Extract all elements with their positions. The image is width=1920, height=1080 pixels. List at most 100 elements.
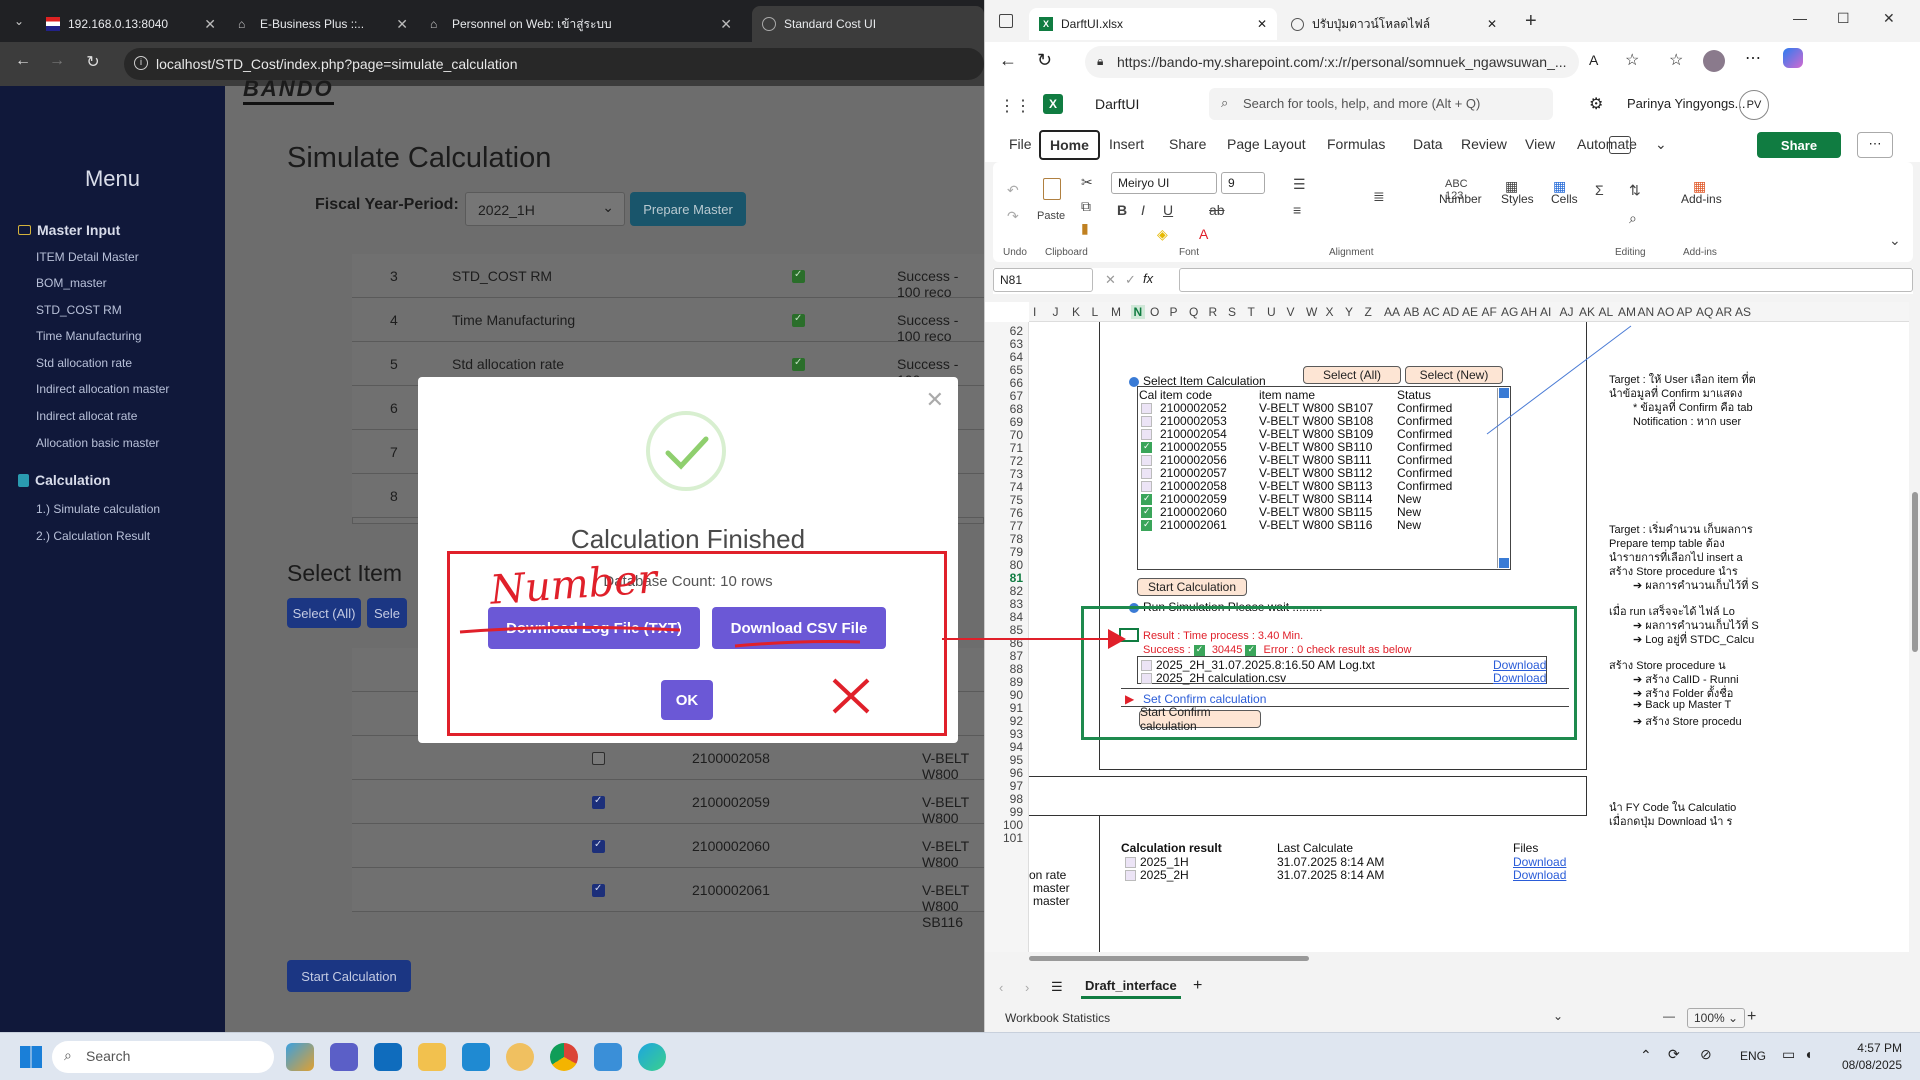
- reload-icon[interactable]: ↻: [1037, 50, 1052, 71]
- column-header[interactable]: P: [1170, 305, 1178, 319]
- group-styles[interactable]: Styles: [1501, 192, 1534, 206]
- browser-tab-active[interactable]: Standard Cost UI: [752, 6, 984, 42]
- display-icon[interactable]: ⊘: [1700, 1046, 1712, 1063]
- cancel-icon[interactable]: ✕: [1105, 272, 1116, 288]
- comments-icon[interactable]: [1609, 136, 1631, 154]
- row-header[interactable]: 90: [1010, 688, 1023, 702]
- column-header[interactable]: K: [1072, 305, 1080, 319]
- taskbar-search[interactable]: ⌕ Search: [52, 1041, 274, 1073]
- maximize-icon[interactable]: ☐: [1837, 10, 1850, 27]
- close-icon[interactable]: ✕: [1487, 17, 1497, 31]
- sidebar-item[interactable]: Indirect allocation master: [36, 382, 169, 396]
- row-checkbox[interactable]: [592, 839, 605, 853]
- wrap-text-icon[interactable]: ≣: [1373, 188, 1385, 205]
- download-link[interactable]: Download: [1513, 868, 1566, 882]
- file-explorer-icon[interactable]: [418, 1043, 446, 1071]
- column-header[interactable]: W: [1306, 305, 1317, 319]
- browser-tab[interactable]: ⌂ Personnel on Web: เข้าสู่ระบบ ✕: [420, 6, 746, 42]
- item-checkbox[interactable]: [1141, 492, 1156, 506]
- fill-color-icon[interactable]: ◈: [1157, 226, 1168, 243]
- row-checkbox[interactable]: [592, 795, 605, 809]
- tab-actions-icon[interactable]: [999, 14, 1013, 28]
- row-header[interactable]: 97: [1010, 779, 1023, 793]
- scroll-thumb[interactable]: [1029, 956, 1309, 961]
- cut-icon[interactable]: ✂: [1081, 174, 1093, 191]
- close-icon[interactable]: ✕: [926, 387, 944, 413]
- menu-share[interactable]: Share: [1169, 136, 1206, 152]
- row-header[interactable]: 84: [1010, 610, 1023, 624]
- undo-icon[interactable]: ↶: [1007, 182, 1019, 199]
- sheet-select-all-button[interactable]: Select (All): [1303, 366, 1401, 384]
- row-header[interactable]: 100: [1003, 818, 1023, 832]
- column-header[interactable]: AP: [1677, 305, 1693, 319]
- app-launcher-icon[interactable]: ⋮⋮: [999, 96, 1031, 116]
- sidebar-item[interactable]: BOM_master: [36, 276, 107, 290]
- notepad-icon[interactable]: [594, 1043, 622, 1071]
- menu-data[interactable]: Data: [1413, 136, 1443, 152]
- column-header[interactable]: AG: [1501, 305, 1518, 319]
- row-header[interactable]: 92: [1010, 714, 1023, 728]
- addins-label[interactable]: Add-ins: [1681, 192, 1722, 206]
- start-confirm-button[interactable]: Start Confirm calculation: [1139, 705, 1261, 733]
- profile-icon[interactable]: [1703, 50, 1725, 72]
- row-header[interactable]: 98: [1010, 792, 1023, 806]
- clock-date[interactable]: 08/08/2025: [1832, 1058, 1902, 1072]
- search-box[interactable]: ⌕ Search for tools, help, and more (Alt …: [1209, 88, 1553, 120]
- app-icon[interactable]: [506, 1043, 534, 1071]
- prev-sheet-icon[interactable]: ‹: [999, 980, 1003, 995]
- chevron-down-icon[interactable]: ⌄: [1655, 136, 1667, 153]
- column-header[interactable]: R: [1209, 305, 1218, 319]
- collections-icon[interactable]: ☆: [1669, 50, 1683, 70]
- font-size-select[interactable]: 9: [1221, 172, 1265, 194]
- browser-tab[interactable]: 192.168.0.13:8040 ✕: [36, 6, 224, 42]
- column-header[interactable]: AC: [1423, 305, 1440, 319]
- reload-icon[interactable]: ↻: [78, 52, 108, 72]
- column-header[interactable]: X: [1326, 305, 1334, 319]
- italic-icon[interactable]: I: [1141, 202, 1145, 218]
- align-left-icon[interactable]: ≡: [1293, 202, 1301, 218]
- row-header[interactable]: 72: [1010, 454, 1023, 468]
- monitor-icon[interactable]: ▭: [1782, 1046, 1795, 1063]
- section-calculation[interactable]: Calculation: [18, 472, 110, 488]
- column-header[interactable]: Z: [1365, 305, 1372, 319]
- info-icon[interactable]: i: [134, 56, 148, 70]
- row-header[interactable]: 74: [1010, 480, 1023, 494]
- add-sheet-icon[interactable]: +: [1193, 977, 1202, 995]
- column-header[interactable]: AM: [1618, 305, 1636, 319]
- column-header[interactable]: AO: [1657, 305, 1674, 319]
- row-checkbox[interactable]: [592, 752, 605, 765]
- sidebar-item[interactable]: Std allocation rate: [36, 356, 132, 370]
- sheet-tab-active[interactable]: Draft_interface: [1081, 978, 1181, 999]
- strikethrough-icon[interactable]: ab: [1209, 202, 1225, 218]
- url-input[interactable]: 🔒︎ https://bando-my.sharepoint.com/:x:/r…: [1085, 46, 1579, 78]
- row-header[interactable]: 70: [1010, 428, 1023, 442]
- column-header[interactable]: S: [1228, 305, 1236, 319]
- row-header[interactable]: 77: [1010, 519, 1023, 533]
- language-indicator[interactable]: ENG: [1740, 1049, 1766, 1063]
- close-icon[interactable]: ✕: [720, 16, 732, 33]
- sidebar-item[interactable]: ITEM Detail Master: [36, 250, 139, 264]
- row-header[interactable]: 94: [1010, 740, 1023, 754]
- download-link[interactable]: Download: [1513, 855, 1566, 869]
- column-header[interactable]: Q: [1189, 305, 1198, 319]
- menu-view[interactable]: View: [1525, 136, 1555, 152]
- row-header[interactable]: 82: [1010, 584, 1023, 598]
- row-header[interactable]: 83: [1010, 597, 1023, 611]
- edge-icon[interactable]: [638, 1043, 666, 1071]
- ribbon-collapse-icon[interactable]: ⌄: [1889, 232, 1901, 249]
- avatar[interactable]: PV: [1739, 90, 1769, 120]
- new-tab-icon[interactable]: +: [1525, 10, 1537, 33]
- column-header[interactable]: AF: [1482, 305, 1497, 319]
- item-checkbox[interactable]: [1141, 401, 1156, 415]
- browser-tab[interactable]: ⌂ E-Business Plus ::.. ✕: [228, 6, 416, 42]
- paste-label[interactable]: Paste: [1037, 210, 1065, 222]
- row-header[interactable]: 78: [1010, 532, 1023, 546]
- settings-icon[interactable]: ⚙: [1589, 94, 1603, 114]
- sidebar-item-result[interactable]: 2.) Calculation Result: [36, 529, 150, 543]
- scroll-down-icon[interactable]: [1499, 558, 1509, 568]
- column-header[interactable]: AS: [1735, 305, 1751, 319]
- tab-list-icon[interactable]: ⌄: [14, 14, 24, 28]
- all-sheets-icon[interactable]: ☰: [1051, 979, 1063, 995]
- menu-review[interactable]: Review: [1461, 136, 1507, 152]
- network-icon[interactable]: ⟳: [1668, 1046, 1680, 1063]
